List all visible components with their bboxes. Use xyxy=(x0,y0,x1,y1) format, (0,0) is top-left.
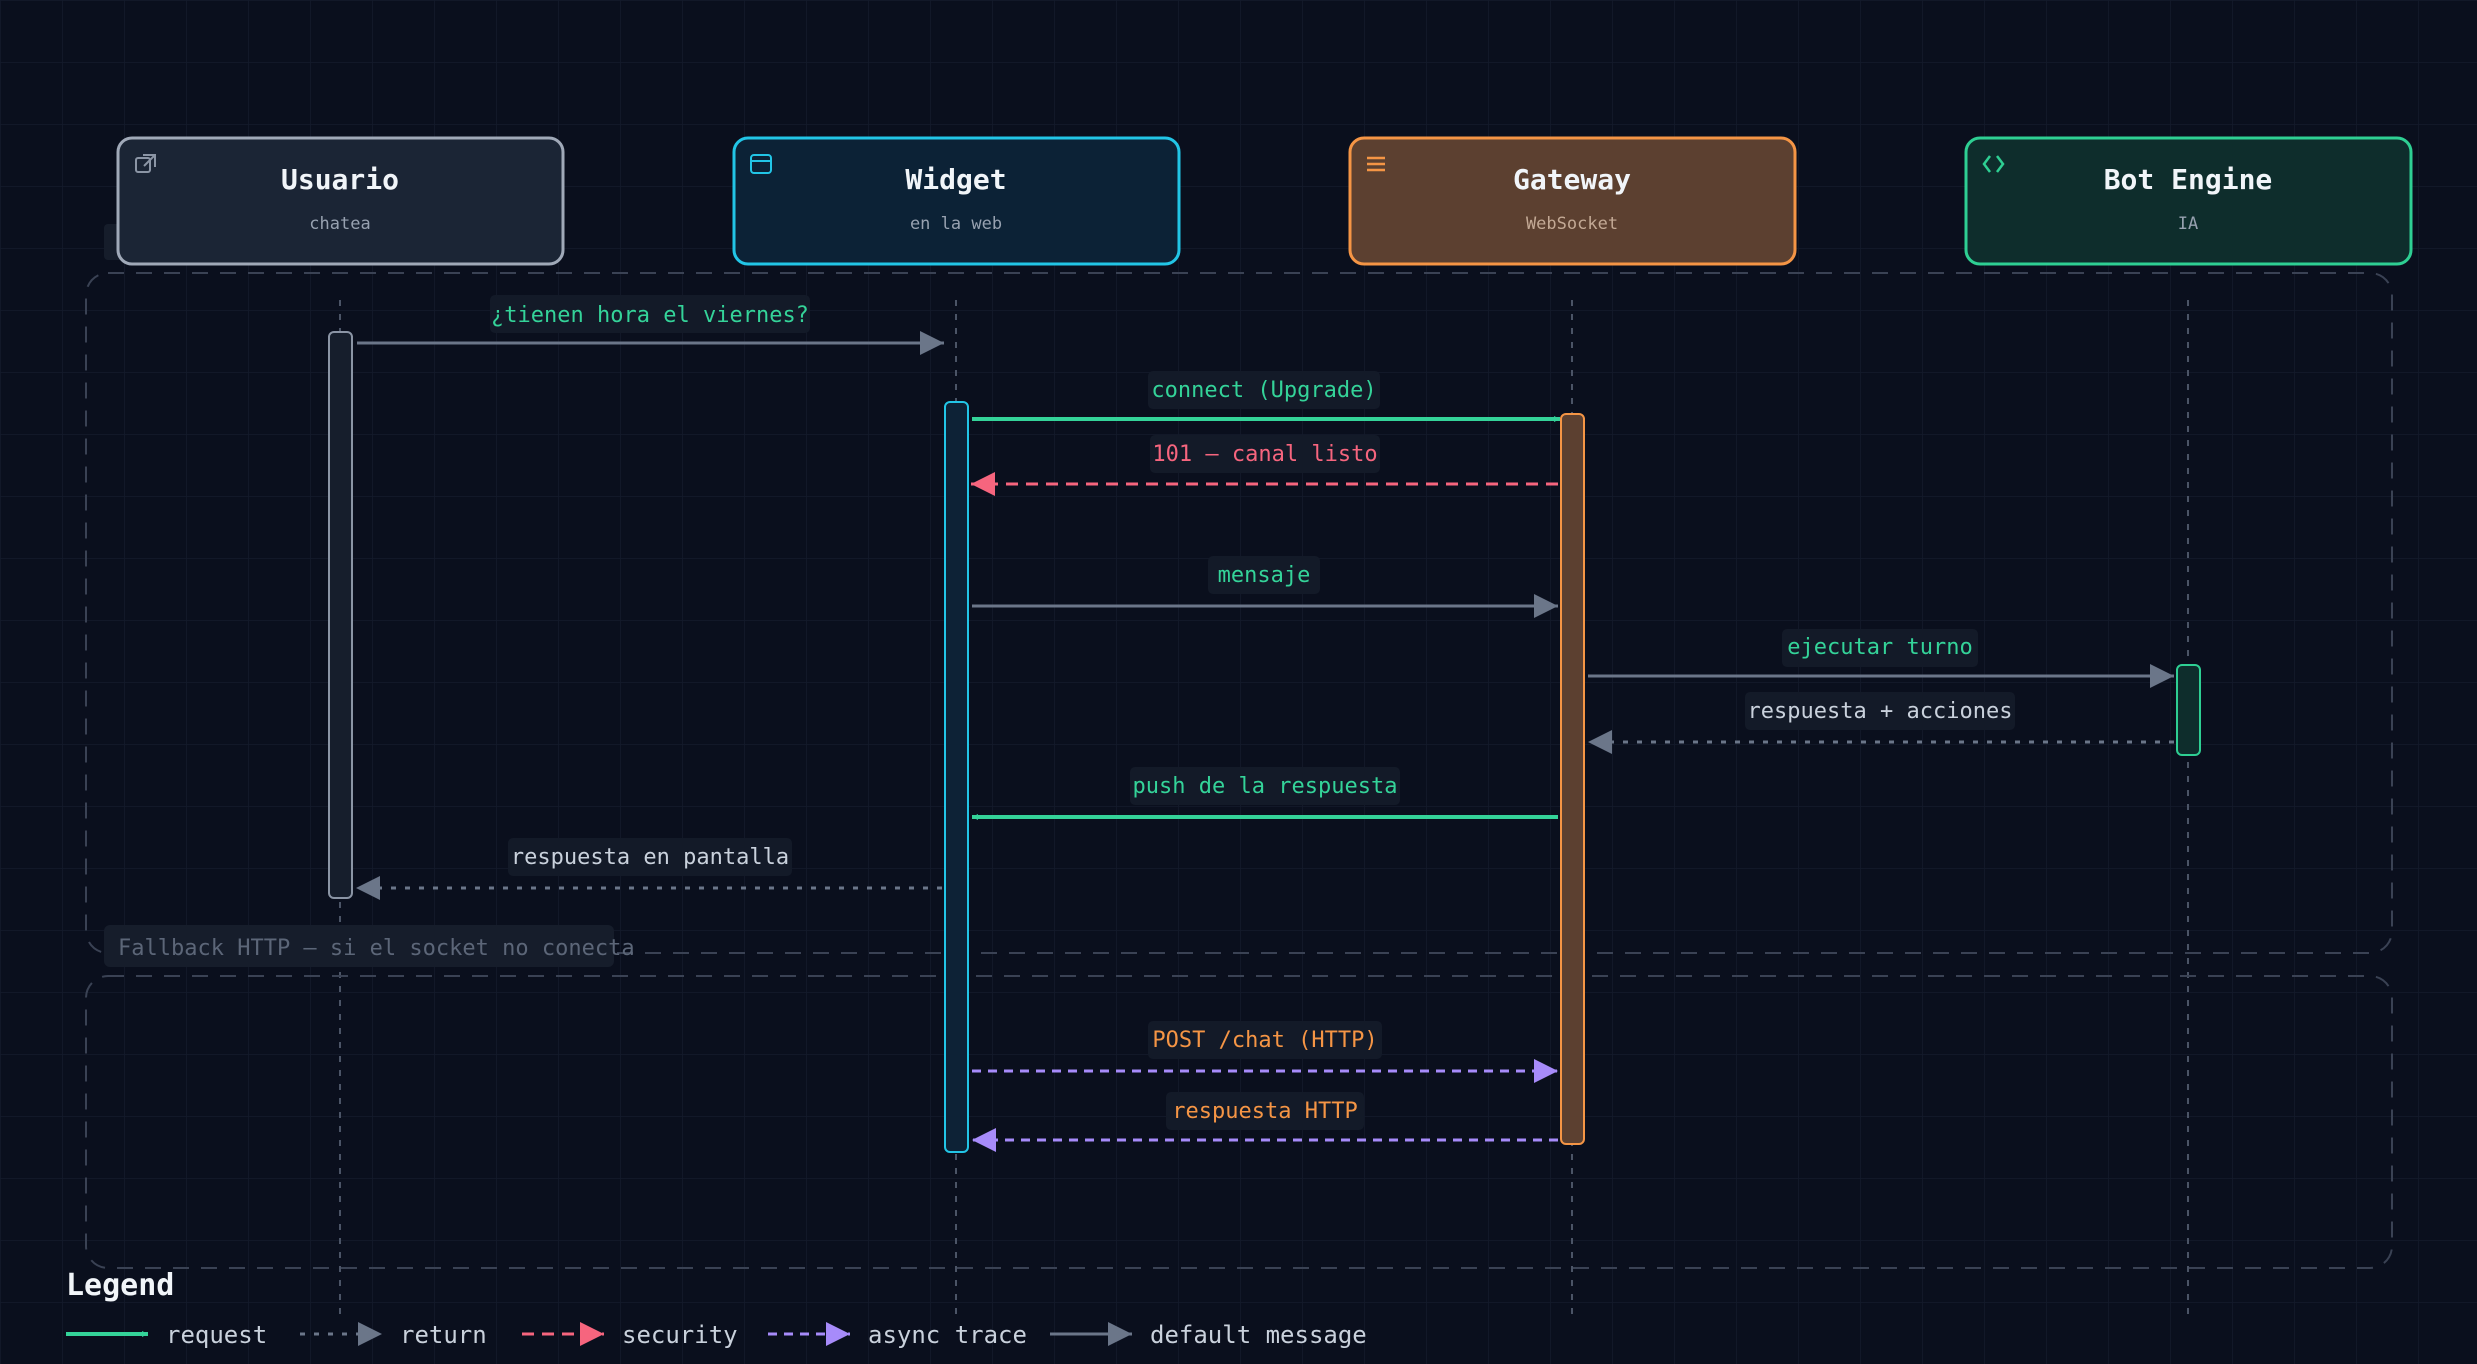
message-label: connect (Upgrade) xyxy=(1151,378,1376,403)
participant-subtitle: IA xyxy=(2178,214,2198,234)
participant-name: Usuario xyxy=(281,163,399,196)
message-label: mensaje xyxy=(1218,563,1311,588)
legend-title: Legend xyxy=(66,1268,174,1303)
message-label: POST /chat (HTTP) xyxy=(1152,1028,1377,1053)
message-label: 101 — canal listo xyxy=(1152,442,1377,467)
participant-widget[interactable]: Widget en la web xyxy=(732,136,1181,266)
activation-gateway xyxy=(1560,413,1585,1145)
participant-name: Widget xyxy=(905,163,1006,196)
participant-subtitle: WebSocket xyxy=(1526,214,1618,234)
legend-label: default message xyxy=(1150,1321,1367,1349)
participant-usuario[interactable]: Usuario chatea xyxy=(116,136,565,266)
legend-label: async trace xyxy=(868,1321,1027,1349)
activation-widget xyxy=(944,401,969,1153)
fragment-label: Fallback HTTP — si el socket no conecta xyxy=(118,936,635,961)
activation-usuario xyxy=(328,331,353,899)
sequence-diagram: Fallback HTTP — si el socket no conecta … xyxy=(0,0,2477,1364)
message-label: respuesta HTTP xyxy=(1172,1099,1357,1124)
participant-name: Bot Engine xyxy=(2104,163,2273,196)
participant-name: Gateway xyxy=(1513,163,1631,196)
message-label: respuesta en pantalla xyxy=(511,845,789,870)
participant-gateway[interactable]: Gateway WebSocket xyxy=(1348,136,1797,266)
participant-box xyxy=(1964,136,2413,266)
legend-label: return xyxy=(400,1321,487,1349)
participant-bot[interactable]: Bot Engine IA xyxy=(1964,136,2413,266)
message-label: ejecutar turno xyxy=(1787,635,1972,660)
participant-box xyxy=(732,136,1181,266)
participant-box xyxy=(1348,136,1797,266)
legend-label: security xyxy=(622,1321,738,1349)
legend-label: request xyxy=(166,1321,267,1349)
participant-subtitle: en la web xyxy=(910,214,1002,234)
participant-subtitle: chatea xyxy=(309,214,370,234)
participant-box xyxy=(116,136,565,266)
activation-bot xyxy=(2176,664,2201,756)
message-label: push de la respuesta xyxy=(1133,774,1398,799)
message-label: respuesta + acciones xyxy=(1748,699,2013,724)
message-label: ¿tienen hora el viernes? xyxy=(491,303,809,328)
